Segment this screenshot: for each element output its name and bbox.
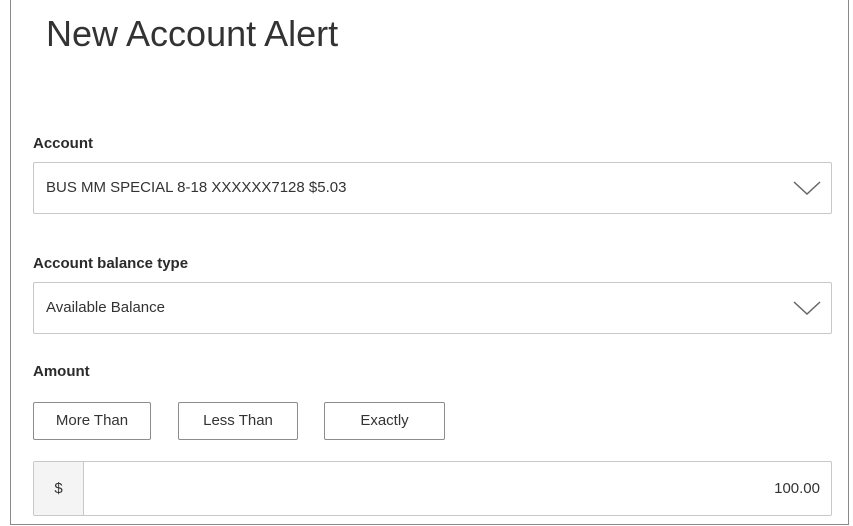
- account-selected-value: BUS MM SPECIAL 8-18 XXXXXX7128 $5.03: [46, 179, 347, 196]
- page-title: New Account Alert: [46, 13, 339, 54]
- chevron-down-icon: [793, 177, 821, 199]
- balance-type-selected-value: Available Balance: [46, 299, 165, 316]
- less-than-button[interactable]: Less Than: [178, 402, 298, 440]
- exactly-button[interactable]: Exactly: [324, 402, 445, 440]
- balance-type-select[interactable]: Available Balance: [33, 282, 832, 334]
- amount-field: $: [33, 461, 832, 516]
- amount-label: Amount: [33, 363, 90, 380]
- balance-type-label: Account balance type: [33, 255, 189, 272]
- amount-input[interactable]: [85, 462, 820, 515]
- new-account-alert-panel: New Account Alert Account BUS MM SPECIAL…: [10, 0, 849, 525]
- account-select[interactable]: BUS MM SPECIAL 8-18 XXXXXX7128 $5.03: [33, 162, 832, 214]
- currency-prefix: $: [34, 462, 84, 515]
- account-label: Account: [33, 135, 93, 152]
- more-than-button[interactable]: More Than: [33, 402, 151, 440]
- chevron-down-icon: [793, 297, 821, 319]
